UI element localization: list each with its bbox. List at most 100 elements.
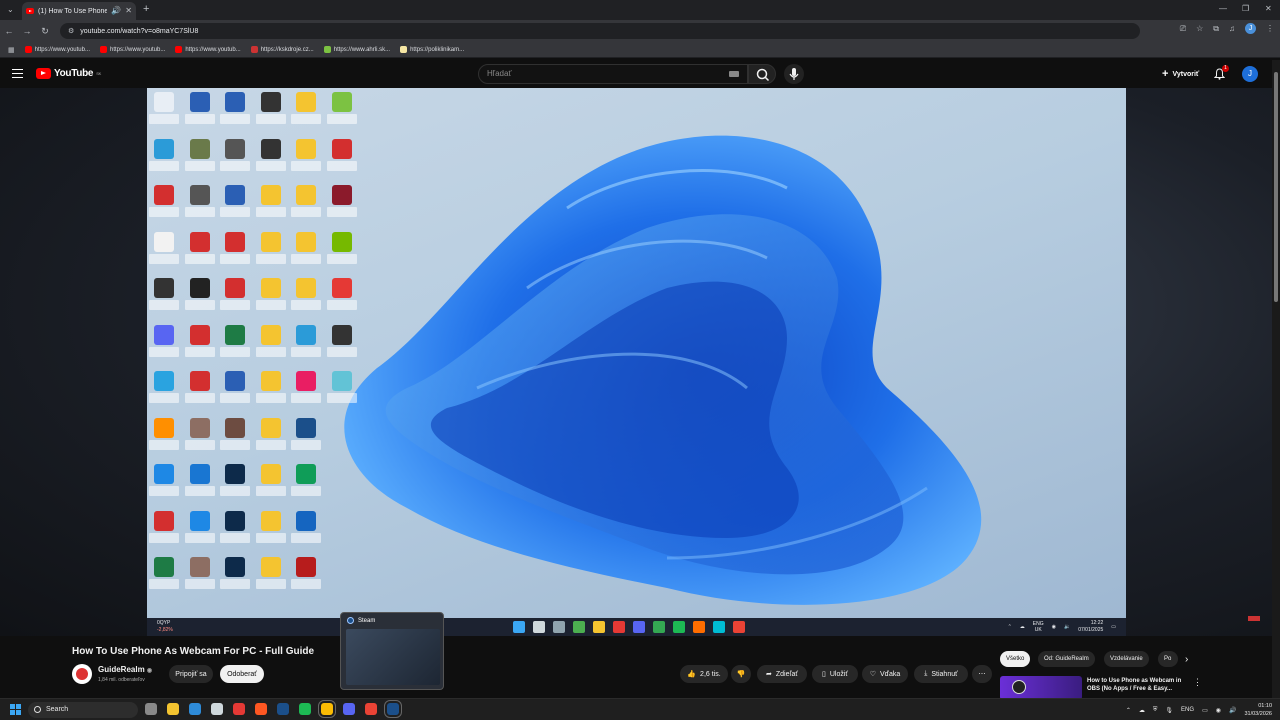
dislike-button[interactable]: 👎 <box>731 665 751 683</box>
guide-menu-icon[interactable] <box>12 69 23 78</box>
chip-next[interactable]: Po <box>1158 651 1178 667</box>
channel-name[interactable]: GuideRealm ◉ <box>98 665 152 674</box>
recommended-video-title[interactable]: How to Use Phone as Webcam in OBS (No Ap… <box>1087 677 1187 693</box>
wifi-icon[interactable]: ◉ <box>1216 707 1221 714</box>
close-window-icon[interactable]: ✕ <box>1265 5 1272 13</box>
address-bar[interactable]: ⚙ youtube.com/watch?v=o8maYC7SlU8 <box>60 23 1140 39</box>
tab-close-icon[interactable]: ✕ <box>125 7 132 15</box>
install-app-icon[interactable]: ⎚ <box>1180 24 1186 33</box>
site-info-icon[interactable]: ⚙ <box>68 27 74 35</box>
shortcut-label <box>184 532 215 543</box>
desktop-shortcut <box>184 371 215 413</box>
steam-icon[interactable] <box>384 700 402 718</box>
desktop-shortcut <box>220 464 250 506</box>
back-icon[interactable]: ← <box>0 26 18 36</box>
search-input[interactable]: Hľadať <box>478 64 748 84</box>
edge-icon[interactable] <box>189 703 201 715</box>
desktop-shortcut <box>184 231 215 274</box>
app-icon <box>296 464 316 484</box>
desktop-shortcut <box>291 510 321 553</box>
chrome-icon[interactable] <box>318 700 336 718</box>
menu-kebab-icon[interactable]: ⋮ <box>1266 24 1274 33</box>
chip-education[interactable]: Vzdelávanie <box>1104 651 1149 667</box>
app-icon <box>154 324 174 345</box>
chip-all[interactable]: Všetko <box>1000 651 1031 667</box>
taskbar-clock[interactable]: 01:10 31/03/2026 <box>1244 702 1272 718</box>
bookmark-item[interactable]: https://www.ahrli.sk... <box>323 46 390 53</box>
media-control-icon[interactable]: ♫ <box>1229 24 1235 33</box>
recommendation-menu-icon[interactable]: ⋮ <box>1193 677 1202 688</box>
download-button[interactable]: ⤓ Stiahnuť <box>914 665 968 683</box>
desktop-shortcut <box>220 138 250 181</box>
minimize-icon[interactable]: — <box>1219 5 1227 13</box>
shortcut-label <box>220 393 250 403</box>
app-icon <box>296 138 316 159</box>
microphone-icon[interactable]: 🎙 <box>1165 707 1173 714</box>
channel-avatar[interactable] <box>72 664 92 684</box>
task-view-icon[interactable] <box>145 703 157 715</box>
voice-search-button[interactable] <box>784 64 804 84</box>
discord-icon[interactable] <box>343 703 355 715</box>
language-indicator: ENG UK <box>1032 621 1044 633</box>
extensions-icon[interactable]: ⧉ <box>1213 24 1219 33</box>
file-explorer-icon[interactable] <box>167 703 179 715</box>
more-actions-button[interactable]: ⋯ <box>972 665 992 683</box>
app-icon <box>225 464 245 484</box>
subscribe-button[interactable]: Odoberať <box>220 665 264 683</box>
language-indicator[interactable]: ENG <box>1181 707 1194 713</box>
join-button[interactable]: Pripojiť sa <box>169 665 213 683</box>
bookmark-item[interactable]: https://kskdroje.cz... <box>250 46 314 53</box>
thanks-button[interactable]: ♡ Vďaka <box>862 665 908 683</box>
network-icon[interactable]: ☁ <box>1139 707 1145 714</box>
taskbar-search-box[interactable]: Search <box>28 702 138 718</box>
scrollbar-thumb[interactable] <box>1274 72 1278 302</box>
plus-icon: + <box>1162 68 1169 80</box>
store-icon[interactable] <box>211 703 223 715</box>
bookmark-item[interactable]: https://poliklinikam... <box>400 46 464 53</box>
chrome-icon[interactable] <box>365 703 377 715</box>
tray-chevron-icon[interactable]: ⌃ <box>1126 707 1131 714</box>
desktop-shortcut <box>220 371 250 413</box>
save-button[interactable]: ▯ Uložiť <box>812 665 858 683</box>
page-scrollbar[interactable] <box>1272 60 1280 700</box>
windows-start-icon[interactable] <box>10 704 21 715</box>
app-icon <box>260 278 281 298</box>
account-avatar[interactable]: J <box>1242 66 1258 82</box>
steam-icon[interactable] <box>277 703 289 715</box>
restore-icon[interactable]: ❐ <box>1242 5 1249 13</box>
new-tab-button[interactable]: + <box>143 3 149 15</box>
speaker-icon[interactable]: 🔊 <box>111 7 121 15</box>
shield-icon[interactable]: ⛨ <box>1153 707 1158 714</box>
spotify-icon[interactable] <box>299 703 311 715</box>
tab-list-chevron-icon[interactable]: ⌄ <box>7 6 14 14</box>
bookmark-item[interactable]: https://www.youtub... <box>175 46 241 53</box>
site-favicon-icon <box>250 46 258 53</box>
bookmark-item[interactable]: https://www.youtub... <box>99 46 165 53</box>
profile-avatar-icon[interactable]: J <box>1245 23 1256 34</box>
apps-grid-icon[interactable]: ▦ <box>8 46 15 54</box>
create-button[interactable]: + Vytvoriť <box>1156 66 1205 82</box>
shortcut-label <box>220 253 250 264</box>
shortcut-label <box>326 346 357 357</box>
reload-icon[interactable]: ↻ <box>36 26 54 37</box>
chips-next-chevron-icon[interactable]: › <box>1185 654 1188 665</box>
like-button[interactable]: 👍 2,6 tis. <box>680 665 728 683</box>
keyboard-icon[interactable] <box>729 71 739 77</box>
bookmark-item[interactable]: https://www.youtub... <box>24 46 90 53</box>
discord-icon <box>633 621 645 633</box>
display-icon[interactable]: ▭ <box>1202 707 1208 714</box>
search-button[interactable] <box>748 64 776 84</box>
brave-icon[interactable] <box>255 703 267 715</box>
forward-icon[interactable]: → <box>18 26 36 36</box>
share-button[interactable]: ➦ Zdieľať <box>757 665 807 683</box>
bookmark-star-icon[interactable]: ☆ <box>1196 24 1203 33</box>
shortcut-label <box>326 114 357 124</box>
chip-from-channel[interactable]: Od: GuideRealm <box>1038 651 1095 667</box>
youtube-logo[interactable]: YouTube SK <box>36 68 101 79</box>
volume-icon[interactable]: 🔊 <box>1229 707 1236 714</box>
recommended-video-thumbnail[interactable] <box>1000 676 1082 700</box>
app-icon[interactable] <box>233 703 245 715</box>
tab-youtube-video[interactable]: (1) How To Use Phone As W... 🔊 ✕ <box>22 2 136 20</box>
app-icon <box>189 510 210 531</box>
app-icon <box>331 138 352 159</box>
